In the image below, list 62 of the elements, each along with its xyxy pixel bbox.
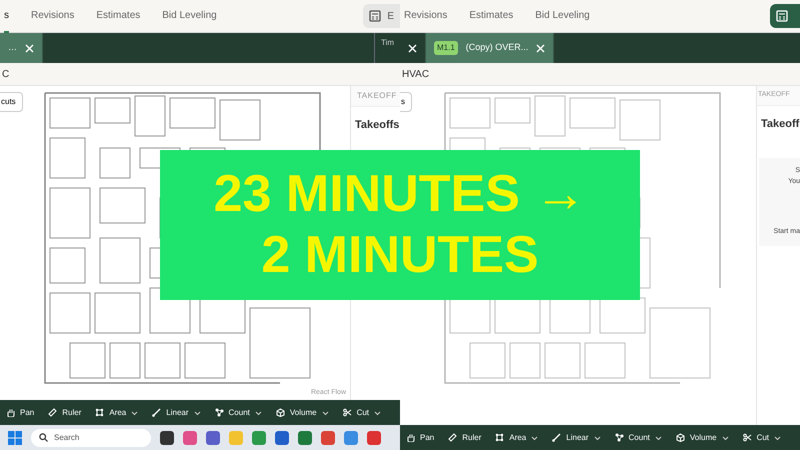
panel-title: Takeoff — [760, 116, 800, 132]
nav-tab[interactable]: Bid Leveling — [535, 0, 590, 32]
tool-button[interactable]: Volume — [676, 432, 729, 444]
tool-button[interactable]: Count — [614, 432, 662, 444]
close-icon — [536, 44, 546, 52]
calculator-icon — [369, 10, 382, 22]
search-field[interactable]: Search — [31, 428, 151, 446]
headline-text: 2 MINUTES — [261, 227, 539, 284]
tool-button[interactable]: Area — [495, 432, 538, 444]
sheet-badge: M1.1 — [434, 41, 458, 55]
line-icon — [552, 433, 562, 442]
tool-button[interactable]: Ruler — [448, 432, 482, 444]
hand-icon — [406, 433, 415, 442]
tool-button[interactable]: Volume — [276, 406, 329, 418]
ruler-icon — [448, 433, 458, 442]
tool-button[interactable]: Count — [214, 406, 262, 418]
nav-tab[interactable]: Bid Leveling — [162, 0, 217, 32]
file-tab[interactable]: M1.1 (Copy) OVER... — [426, 33, 554, 63]
search-icon — [39, 433, 48, 442]
hand-icon — [6, 408, 15, 417]
close-icon — [408, 44, 417, 52]
tab-label: (Copy) OVER... — [466, 41, 528, 54]
cube-icon — [276, 408, 285, 417]
nav-tab[interactable]: Estimates — [96, 0, 140, 32]
area-icon — [95, 408, 104, 417]
breadcrumb-text: HVAC — [402, 68, 430, 82]
app-icon[interactable] — [298, 430, 312, 444]
nav-tab[interactable]: Revisions — [31, 0, 74, 32]
scissors-icon — [342, 408, 352, 417]
close-icon — [25, 44, 34, 52]
estimate-button[interactable] — [770, 4, 800, 28]
count-icon — [614, 433, 624, 442]
ruler-icon — [48, 408, 58, 417]
panel-title: Takeoffs — [354, 118, 400, 133]
tool-button[interactable]: Cut — [742, 432, 782, 444]
count-icon — [214, 408, 224, 417]
line-icon — [152, 408, 162, 417]
app-icon[interactable] — [275, 430, 289, 444]
file-tab[interactable]: … — [0, 33, 43, 63]
tool-button[interactable]: Linear — [552, 432, 601, 444]
cube-icon — [676, 433, 685, 442]
windows-logo-icon — [8, 430, 22, 444]
tab-label: … — [8, 41, 17, 54]
nav-tab[interactable]: Estimates — [469, 0, 514, 32]
app-icon[interactable] — [160, 430, 174, 444]
area-icon — [495, 433, 504, 442]
tool-button[interactable]: Linear — [152, 406, 201, 418]
shortcuts-button[interactable]: cuts — [0, 92, 23, 112]
scissors-icon — [742, 433, 752, 442]
shortcuts-button[interactable]: s — [400, 92, 412, 112]
tool-button[interactable]: Ruler — [48, 406, 82, 418]
search-placeholder: Search — [54, 432, 80, 444]
calculator-icon — [776, 10, 788, 22]
app-icon[interactable] — [206, 430, 220, 444]
estimate-button[interactable]: E — [363, 4, 400, 28]
tool-button[interactable]: Pan — [406, 432, 434, 444]
breadcrumb-text: C — [2, 68, 10, 82]
headline-text: 23 MINUTES → — [214, 166, 586, 223]
tool-button[interactable]: Cut — [342, 406, 382, 418]
nav-tab[interactable]: Revisions — [404, 0, 448, 32]
tool-button[interactable]: Area — [95, 406, 138, 418]
tool-button[interactable]: Pan — [6, 406, 34, 418]
